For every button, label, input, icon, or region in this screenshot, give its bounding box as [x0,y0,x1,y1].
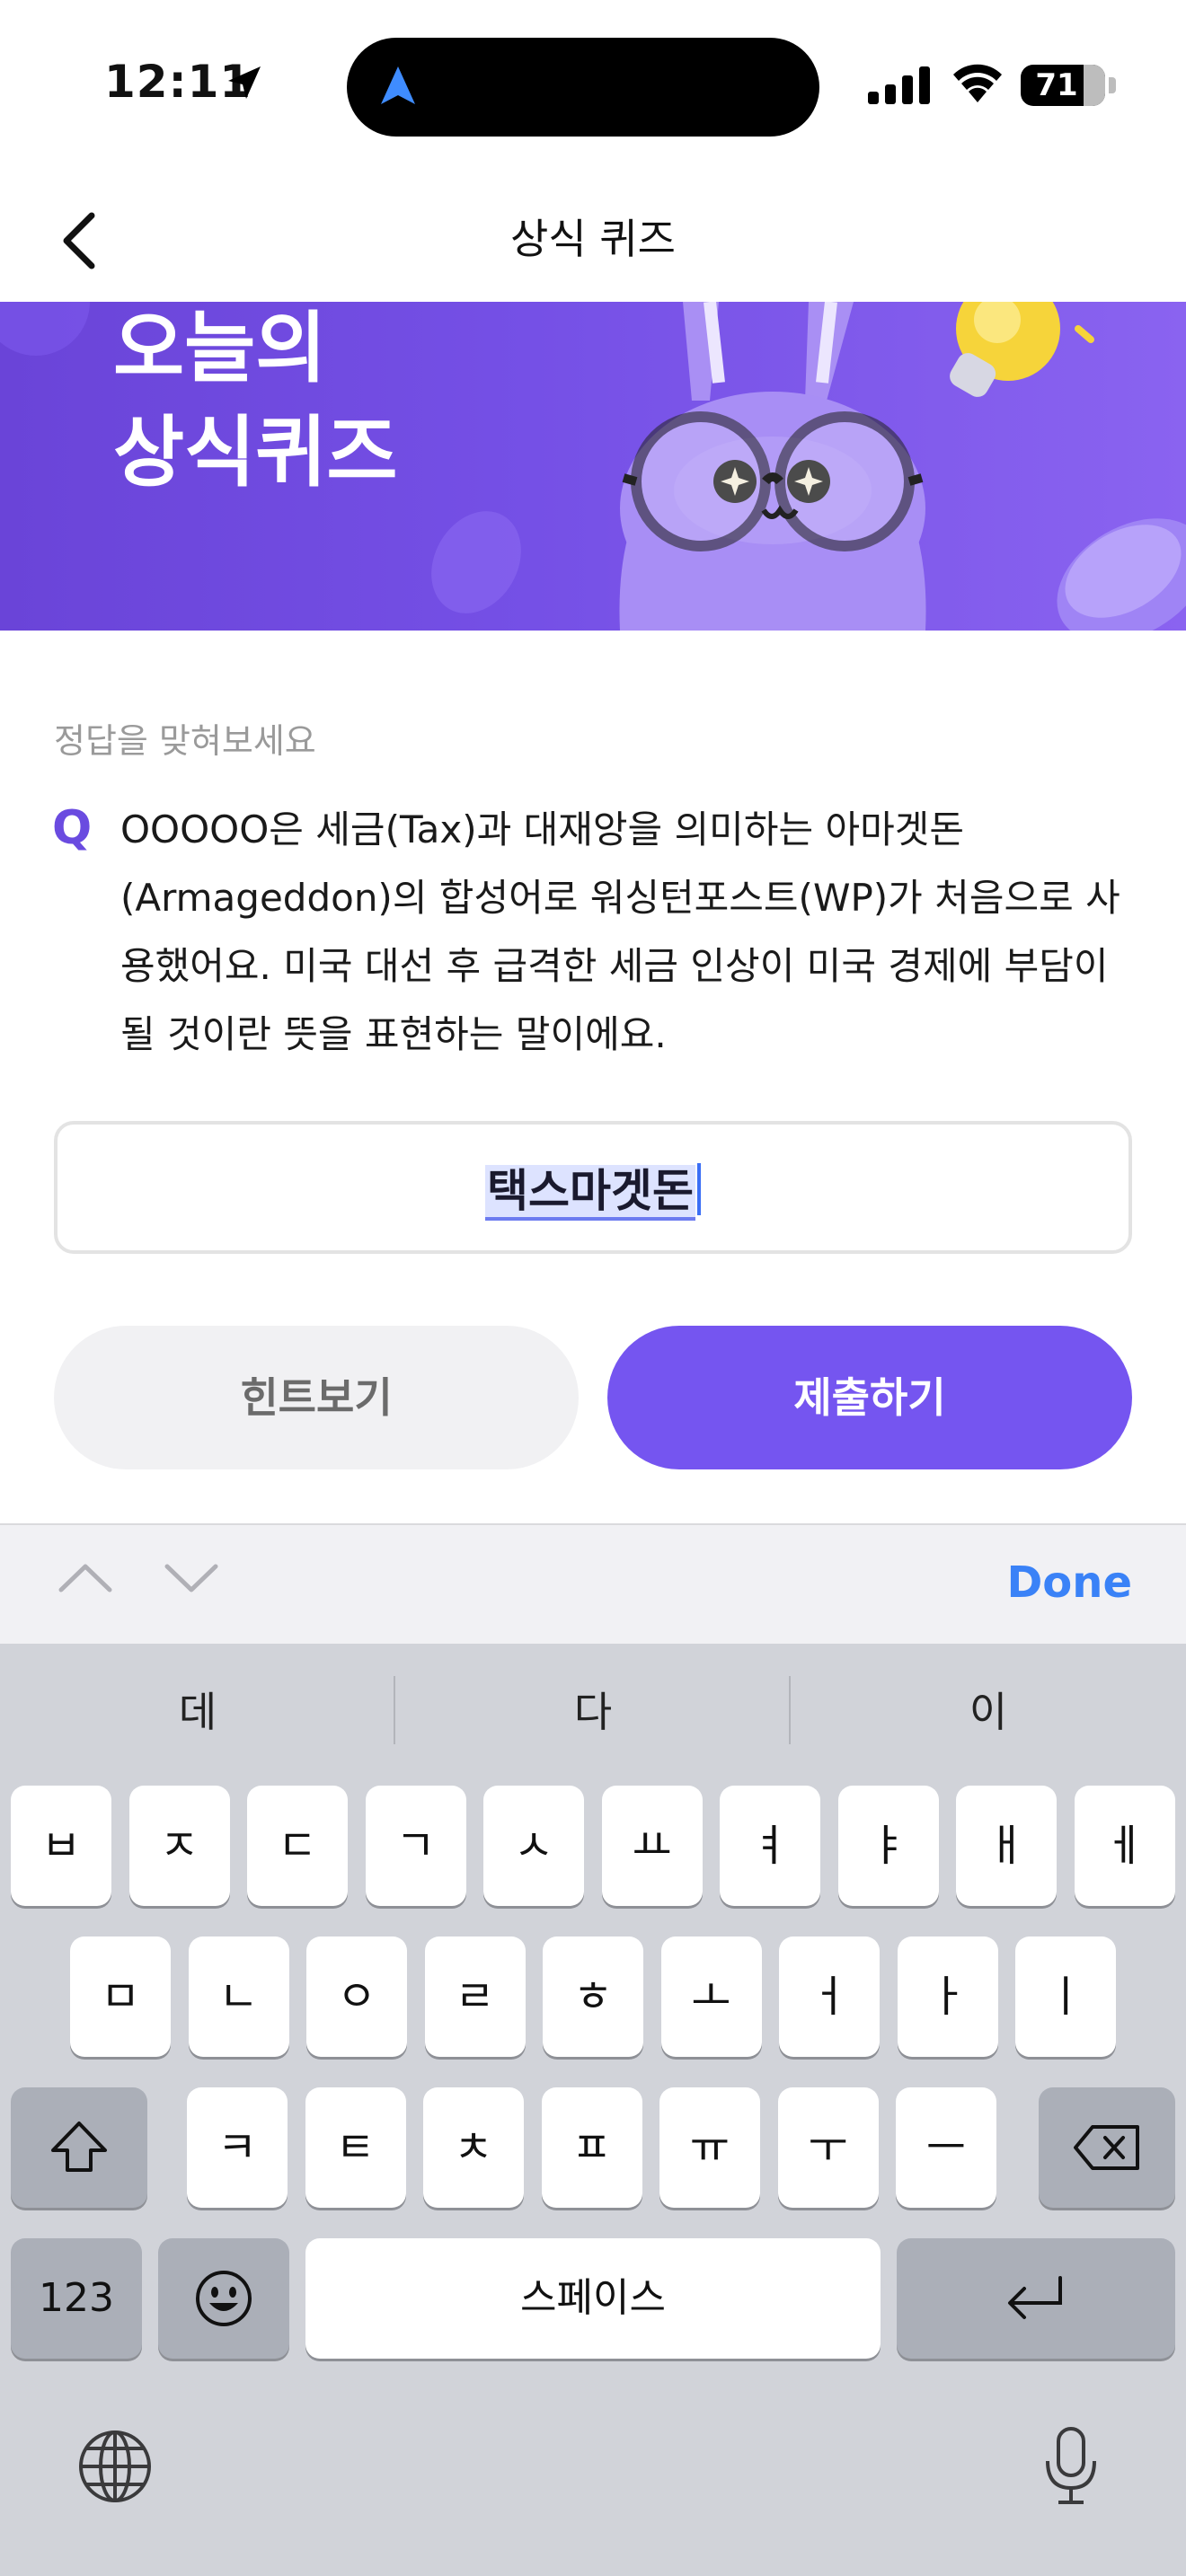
banner-title-line1: 오늘의 [113,304,327,393]
key-row2-8[interactable]: ㅏ [897,1936,998,2057]
delete-key[interactable] [1039,2087,1175,2208]
suggestion-3[interactable]: 이 [791,1680,1186,1739]
key-row2-6[interactable]: ㅗ [660,1936,762,2057]
key-row1-5[interactable]: ㅅ [483,1786,584,1906]
key-row2-9[interactable]: ㅣ [1015,1936,1116,2057]
key-row2-7[interactable]: ㅓ [779,1936,880,2057]
dynamic-island [347,38,819,137]
suggestion-bar: 데 다 이 [0,1644,1186,1777]
wifi-icon [953,64,1002,102]
status-bar: 12:11 71 [0,0,1186,162]
keyboard-toolbar: Done [0,1523,1186,1644]
suggestion-2[interactable]: 다 [395,1680,791,1739]
key-row2-5[interactable]: ㅎ [543,1936,643,2057]
hint-button[interactable]: 힌트보기 [54,1326,579,1469]
key-row3-4[interactable]: ㅍ [541,2087,642,2208]
key-row2-3[interactable]: ㅇ [306,1936,407,2057]
key-row2-4[interactable]: ㄹ [424,1936,526,2057]
space-key[interactable]: 스페이스 [305,2238,881,2359]
key-row1-9[interactable]: ㅐ [956,1786,1057,1906]
banner-title: 오늘의 상식퀴즈 [113,302,397,505]
key-row1-10[interactable]: ㅔ [1074,1786,1175,1906]
return-key[interactable] [897,2238,1175,2359]
answer-value: 택스마겟돈 [485,1165,695,1221]
emoji-key[interactable] [158,2238,289,2359]
quiz-prompt: 정답을 맞혀보세요 [54,721,316,761]
submit-button[interactable]: 제출하기 [607,1326,1132,1469]
delete-icon [1074,2125,1139,2170]
battery-icon: 71 [1021,65,1105,106]
key-row1-6[interactable]: ㅛ [601,1786,703,1906]
chevron-down-icon[interactable] [164,1559,219,1595]
chevron-up-icon[interactable] [58,1559,113,1595]
return-icon [1008,2276,1062,2319]
key-row1-1[interactable]: ㅂ [11,1786,111,1906]
done-button[interactable]: Done [1006,1557,1132,1608]
battery-level-text: 71 [1035,67,1078,103]
globe-icon[interactable] [77,2429,153,2504]
microphone-icon[interactable] [1042,2425,1100,2508]
shift-icon [51,2122,107,2172]
question-text: OOOOO은 세금(Tax)과 대재앙을 의미하는 아마겟돈(Armageddo… [120,807,1120,1056]
quiz-banner: 오늘의 상식퀴즈 [0,302,1186,631]
suggestion-1[interactable]: 데 [0,1680,395,1739]
key-row3-2[interactable]: ㅌ [305,2087,406,2208]
question-marker: Q [52,801,93,855]
key-row1-2[interactable]: ㅈ [128,1786,230,1906]
page-title: 상식 퀴즈 [510,215,676,263]
key-row3-6[interactable]: ㅜ [777,2087,879,2208]
navigation-arrow-icon [381,66,415,104]
emoji-icon [196,2271,252,2326]
signal-icon [868,66,930,104]
key-row1-8[interactable]: ㅑ [837,1786,939,1906]
key-row3-7[interactable]: ㅡ [896,2087,996,2208]
key-row3-3[interactable]: ㅊ [423,2087,524,2208]
answer-input[interactable]: 택스마겟돈 [54,1121,1132,1254]
text-caret [697,1163,701,1215]
key-row2-2[interactable]: ㄴ [188,1936,289,2057]
banner-title-line2: 상식퀴즈 [113,408,398,498]
key-row3-1[interactable]: ㅋ [187,2087,288,2208]
key-row2-1[interactable]: ㅁ [70,1936,171,2057]
key-row1-7[interactable]: ㅕ [720,1786,820,1906]
key-row3-5[interactable]: ㅠ [659,2087,760,2208]
key-row1-4[interactable]: ㄱ [365,1786,466,1906]
shift-key[interactable] [11,2087,147,2208]
nav-bar: 상식 퀴즈 [0,180,1186,302]
numbers-key[interactable]: 123 [11,2238,142,2359]
location-arrow-icon [228,66,261,99]
key-row1-3[interactable]: ㄷ [247,1786,348,1906]
battery-cap [1109,77,1116,93]
